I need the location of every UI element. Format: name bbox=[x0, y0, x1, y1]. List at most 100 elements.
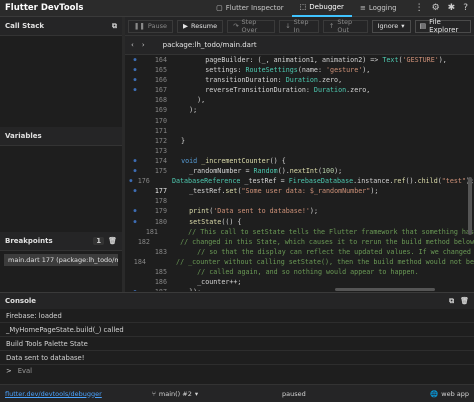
resume-button[interactable]: ▶ Resume bbox=[177, 19, 224, 33]
tab-label: Debugger bbox=[309, 3, 344, 11]
step-out-button[interactable]: ↑ Step Out bbox=[322, 18, 368, 34]
eval-input[interactable]: > Eval bbox=[0, 365, 474, 378]
tab-bar: ▢ Flutter Inspector ⬚ Debugger ≡ Logging bbox=[208, 0, 405, 17]
isolate-selector[interactable]: ⑂ main() #2 ▾ bbox=[152, 390, 198, 398]
debugger-main: ❚❚ Pause ▶ Resume ↷ Step Over ↓ Step In … bbox=[125, 17, 474, 292]
breakpoint-marker-icon[interactable]: ● bbox=[125, 287, 145, 291]
delete-icon[interactable]: 🗑 bbox=[108, 237, 117, 245]
breakpoint-count: 1 bbox=[93, 237, 105, 245]
step-in-icon: ↓ bbox=[285, 22, 291, 30]
console-line: Firebase: loaded bbox=[0, 309, 474, 323]
line-number: 170 bbox=[154, 116, 167, 125]
debugger-icon: ⬚ bbox=[299, 3, 307, 11]
top-icons: ⋮ ⚙ ✱ ? bbox=[405, 3, 474, 13]
line-number: 177 bbox=[154, 187, 167, 196]
chevron-down-icon: ▾ bbox=[401, 22, 405, 30]
copy-icon[interactable]: ⧉ bbox=[449, 297, 454, 306]
code-line: 168 ), bbox=[125, 95, 474, 105]
horizontal-scrollbar[interactable] bbox=[335, 288, 435, 291]
breakpoint-marker-icon[interactable]: ● bbox=[125, 186, 145, 196]
breakpoint-marker-icon[interactable]: ● bbox=[125, 55, 145, 65]
folder-icon: ▤ bbox=[419, 22, 427, 30]
more-icon[interactable]: ⋮ bbox=[415, 3, 424, 13]
pause-label: Pause bbox=[147, 22, 168, 30]
code-line: 171 bbox=[125, 126, 474, 136]
line-number: 184 bbox=[133, 257, 146, 266]
copy-icon[interactable]: ⧉ bbox=[112, 22, 117, 31]
pause-button[interactable]: ❚❚ Pause bbox=[128, 19, 174, 33]
code-editor[interactable]: ● 164 pageBuilder: (_, animation1, animat… bbox=[125, 55, 474, 291]
left-panel: Call Stack ⧉ Variables Breakpoints 1 🗑 m… bbox=[0, 17, 122, 292]
breakpoint-marker-icon[interactable]: ● bbox=[125, 156, 145, 166]
console-header: Console ⧉ 🗑 bbox=[0, 292, 474, 309]
forward-icon[interactable]: › bbox=[142, 41, 145, 49]
step-over-label: Step Over bbox=[241, 18, 258, 34]
line-number: 172 bbox=[154, 136, 167, 145]
clear-icon[interactable]: 🗑 bbox=[460, 297, 469, 306]
globe-icon: 🌐 bbox=[430, 389, 439, 398]
ignore-label: Ignore bbox=[377, 22, 399, 30]
top-bar: Flutter DevTools ▢ Flutter Inspector ⬚ D… bbox=[0, 0, 474, 17]
docs-link[interactable]: flutter.dev/devtools/debugger bbox=[5, 390, 102, 398]
file-explorer-label: File Explorer bbox=[429, 18, 459, 34]
line-number: 174 bbox=[154, 156, 167, 165]
line-number: 173 bbox=[154, 146, 167, 155]
breakpoint-marker-icon[interactable]: ● bbox=[125, 75, 145, 85]
code-line: 185 // called again, and so nothing woul… bbox=[125, 267, 474, 277]
prompt-icon: > bbox=[6, 367, 12, 375]
tab-label: Flutter Inspector bbox=[225, 4, 284, 12]
code-line: ● 165 settings: RouteSettings(name: 'gest… bbox=[125, 65, 474, 75]
breakpoint-marker-icon[interactable]: ● bbox=[125, 176, 137, 186]
code-line: 172 } bbox=[125, 136, 474, 146]
step-in-button[interactable]: ↓ Step In bbox=[279, 18, 319, 34]
breakpoint-marker-icon[interactable]: ● bbox=[125, 85, 145, 95]
code-line: ● 177 _testRef.set("Some user data: $_ran… bbox=[125, 186, 474, 196]
line-number: 176 bbox=[137, 177, 150, 186]
status-paused: paused bbox=[282, 389, 306, 398]
isolate-icon: ⑂ bbox=[152, 389, 156, 398]
call-stack-list bbox=[0, 36, 122, 127]
code-line: 169 ); bbox=[125, 105, 474, 115]
app-title: Flutter DevTools bbox=[5, 3, 84, 13]
step-in-label: Step In bbox=[293, 18, 309, 34]
breakpoints-header: Breakpoints 1 🗑 bbox=[0, 232, 122, 251]
line-number: 187 bbox=[145, 287, 173, 291]
tab-logging[interactable]: ≡ Logging bbox=[352, 0, 405, 17]
breakpoint-marker-icon[interactable]: ● bbox=[125, 217, 145, 227]
breakpoint-marker-icon[interactable]: ● bbox=[125, 65, 145, 75]
console-line: _MyHomePageState.build(_) called bbox=[0, 323, 474, 337]
code-line: ● 164 pageBuilder: (_, animation1, animat… bbox=[125, 55, 474, 65]
tab-debugger[interactable]: ⬚ Debugger bbox=[291, 0, 352, 17]
code-line: 173 bbox=[125, 146, 474, 156]
breakpoint-marker-icon[interactable]: ● bbox=[125, 206, 145, 216]
pause-icon: ❚❚ bbox=[134, 22, 145, 30]
line-number: 169 bbox=[154, 106, 167, 115]
console-output: Firebase: loaded _MyHomePageState.build(… bbox=[0, 309, 474, 384]
code-line: 182 // changed in this State, which caus… bbox=[137, 237, 474, 246]
line-number: 181 bbox=[145, 227, 158, 236]
breakpoint-marker-icon[interactable]: ● bbox=[125, 166, 145, 176]
step-over-button[interactable]: ↷ Step Over bbox=[227, 18, 276, 34]
ignore-dropdown[interactable]: Ignore ▾ bbox=[371, 19, 411, 33]
help-icon[interactable]: ? bbox=[463, 3, 468, 13]
console-title: Console bbox=[5, 297, 37, 305]
file-explorer-button[interactable]: ▤ File Explorer bbox=[414, 18, 471, 34]
back-icon[interactable]: ‹ bbox=[131, 41, 134, 49]
settings-icon[interactable]: ⚙ bbox=[432, 3, 440, 13]
code-line: ● 174 void _incrementCounter() { bbox=[125, 156, 474, 166]
variables-header: Variables bbox=[0, 127, 122, 146]
line-number: 185 bbox=[154, 267, 167, 276]
breakpoint-item[interactable]: main.dart 177 (package:lh_todo/main... bbox=[4, 254, 118, 266]
tab-flutter-inspector[interactable]: ▢ Flutter Inspector bbox=[208, 0, 292, 17]
file-path: package:lh_todo/main.dart bbox=[162, 41, 257, 49]
logging-icon: ≡ bbox=[359, 4, 366, 12]
code-line: ● 167 reverseTransitionDuration: Duration… bbox=[125, 85, 474, 95]
bug-icon[interactable]: ✱ bbox=[448, 3, 456, 13]
code-line: 186 _counter++; bbox=[125, 277, 474, 287]
vertical-scrollbar[interactable] bbox=[468, 177, 472, 235]
code-line: 183 // so that the display can reflect t… bbox=[125, 247, 474, 257]
line-number: 171 bbox=[154, 126, 167, 135]
variables-title: Variables bbox=[5, 132, 42, 140]
line-number: 167 bbox=[154, 86, 167, 95]
tab-label: Logging bbox=[368, 4, 397, 12]
